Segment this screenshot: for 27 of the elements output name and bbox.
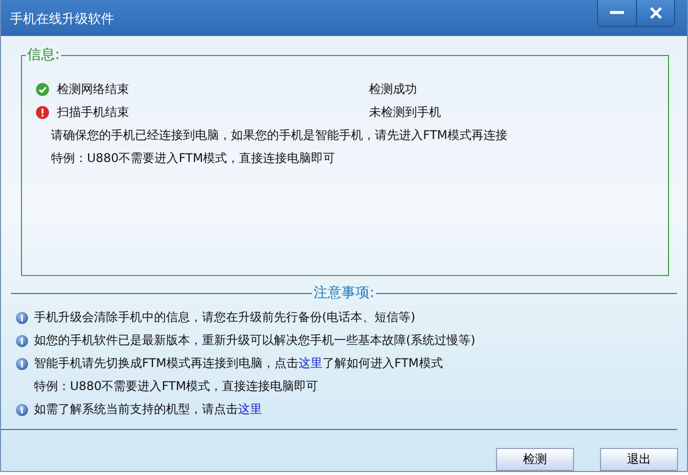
status-label: 检测网络结束: [57, 81, 130, 98]
close-button[interactable]: [636, 0, 674, 26]
note-text: 手机升级会清除手机中的信息，请您在升级前先行备份(电话本、短信等): [34, 309, 416, 326]
dialog-button[interactable]: 退出: [600, 448, 678, 471]
status-label: 扫描手机结束: [57, 104, 130, 121]
note-text: 了解如何进入FTM模式: [322, 355, 443, 372]
here-link[interactable]: 这里: [238, 401, 262, 418]
window-title: 手机在线升级软件: [10, 11, 114, 28]
info-text: 特例：U880不需要进入FTM模式，直接连接电脑即可: [51, 150, 336, 167]
note-text: 如您的手机软件已是最新版本，重新升级可以解决您手机一些基本故障(系统过慢等): [34, 332, 476, 349]
info-text: 请确保您的手机已经连接到电脑，如果您的手机是智能手机，请先进入FTM模式再连接: [51, 127, 508, 144]
status-result: 检测成功: [369, 81, 417, 98]
note-text: 特例：U880不需要进入FTM模式，直接连接电脑即可: [34, 378, 318, 395]
here-link[interactable]: 这里: [298, 355, 322, 372]
dialog-button[interactable]: 检测: [496, 448, 574, 471]
note-text: 智能手机请先切换成FTM模式再连接到电脑，点击: [34, 355, 298, 372]
minimize-button[interactable]: [598, 0, 636, 26]
notes-heading: 注意事项:: [312, 284, 376, 302]
info-icon: [16, 334, 28, 346]
info-icon: [16, 358, 28, 370]
info-icon: [16, 404, 28, 416]
minimize-icon: [610, 11, 624, 15]
status-result: 未检测到手机: [369, 104, 441, 121]
close-icon: [650, 7, 662, 19]
info-icon: [16, 312, 28, 324]
note-text: 如需了解系统当前支持的机型，请点击: [34, 401, 238, 418]
info-legend: 信息:: [26, 46, 61, 64]
